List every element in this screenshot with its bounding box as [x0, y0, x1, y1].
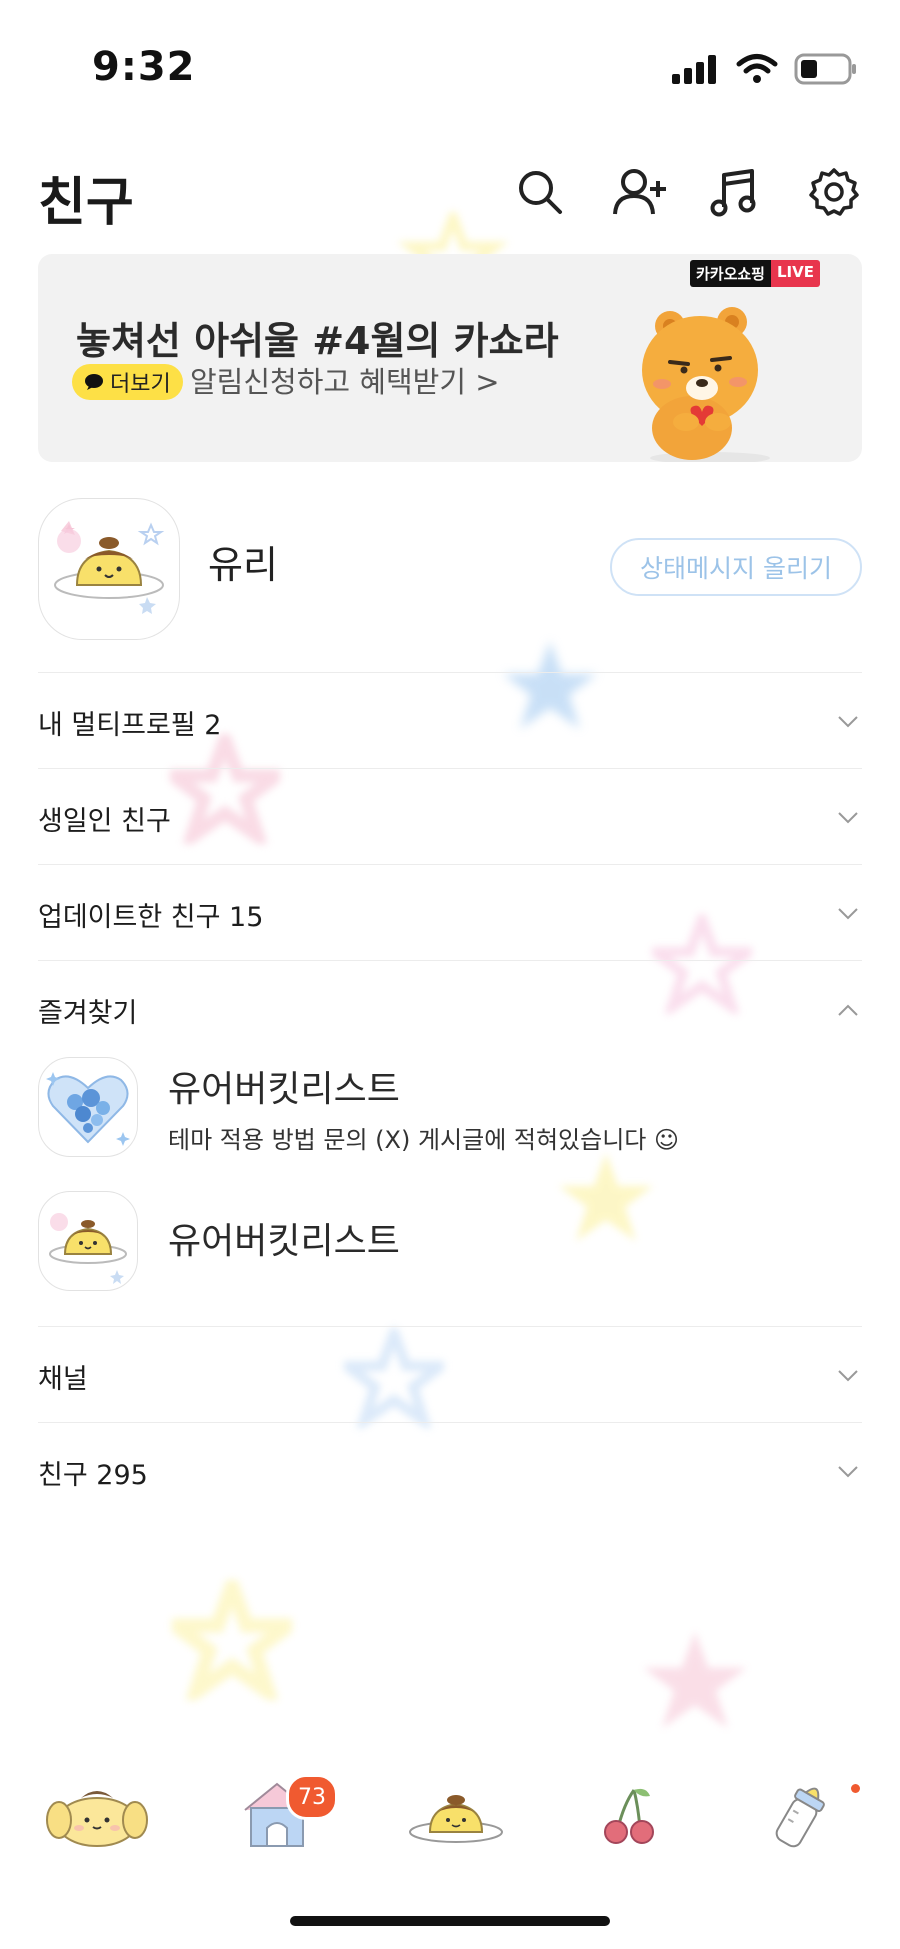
- pompompurin-dog-icon: [46, 1791, 148, 1847]
- home-indicator[interactable]: [290, 1916, 610, 1926]
- favorite-avatar[interactable]: [38, 1057, 138, 1157]
- pudding-plate-icon: [409, 1795, 503, 1843]
- section-birthday[interactable]: 생일인 친구: [38, 799, 171, 838]
- chat-unread-badge: 73: [286, 1774, 338, 1820]
- live-badge-brand: 카카오쇼핑: [689, 260, 771, 287]
- tab-openchat[interactable]: [396, 1770, 516, 1860]
- page-title: 친구: [38, 173, 134, 233]
- wifi-icon: [736, 54, 778, 83]
- background-star-icon: [652, 914, 752, 1014]
- divider: [38, 672, 862, 673]
- background-star-icon: [559, 1153, 653, 1241]
- divider: [38, 1422, 862, 1423]
- status-time: 9:32: [92, 44, 196, 90]
- cherry-icon: [604, 1788, 654, 1844]
- bear-character-image: [642, 307, 770, 462]
- gear-icon: [809, 168, 859, 216]
- chevron-down-icon[interactable]: [836, 710, 860, 734]
- add-friend-icon: [613, 169, 666, 215]
- tab-shopping[interactable]: [574, 1770, 684, 1860]
- favorite-name[interactable]: 유어버킷리스트: [168, 1060, 400, 1112]
- status-icons: [670, 52, 858, 86]
- background-star-icon: [643, 1631, 747, 1729]
- my-profile-name[interactable]: 유리: [208, 534, 278, 589]
- search-icon: [519, 171, 562, 214]
- background-star-icon: [172, 1580, 292, 1700]
- my-profile-avatar[interactable]: [38, 498, 180, 640]
- chevron-down-icon[interactable]: [836, 806, 860, 830]
- favorite-avatar[interactable]: [38, 1191, 138, 1291]
- background-star-icon: [503, 641, 597, 729]
- signal-icon: [672, 55, 716, 84]
- banner-title: 놓쳐선 아쉬울 #4월의 카쇼라: [76, 319, 559, 363]
- live-badge: 카카오쇼핑 LIVE: [689, 260, 820, 287]
- section-multi-profile[interactable]: 내 멀티프로필 2: [38, 703, 221, 742]
- add-friend-button[interactable]: [612, 164, 668, 220]
- notification-dot: [851, 1784, 860, 1793]
- music-icon: [710, 169, 756, 217]
- chevron-up-icon[interactable]: [836, 998, 860, 1022]
- banner-subtitle[interactable]: 알림신청하고 혜택받기 >: [190, 364, 500, 400]
- background-star-icon: [344, 1328, 444, 1428]
- banner-more-button[interactable]: 더보기: [72, 364, 183, 400]
- divider: [38, 768, 862, 769]
- pudding-avatar-image: [49, 1213, 127, 1284]
- banner-more-label: 더보기: [110, 372, 171, 397]
- music-button[interactable]: [706, 164, 762, 220]
- section-friends[interactable]: 친구 295: [38, 1453, 148, 1492]
- battery-icon: [794, 53, 856, 85]
- divider: [38, 1326, 862, 1327]
- search-button[interactable]: [512, 164, 568, 220]
- promo-banner[interactable]: 카카오쇼핑 LIVE 놓쳐선 아쉬울 #4월의 카쇼라 더보기 알림신청하고 혜…: [38, 254, 862, 462]
- chat-bubble-icon: [85, 374, 103, 390]
- favorite-name[interactable]: 유어버킷리스트: [168, 1212, 400, 1264]
- divider: [38, 960, 862, 961]
- chevron-down-icon[interactable]: [836, 902, 860, 926]
- tab-more[interactable]: [746, 1770, 856, 1860]
- tab-friends[interactable]: [42, 1770, 152, 1860]
- favorite-status-message: 테마 적용 방법 문의 (X) 게시글에 적혀있습니다 ☺: [168, 1126, 680, 1154]
- chevron-down-icon[interactable]: [836, 1460, 860, 1484]
- section-favorites[interactable]: 즐겨찾기: [38, 991, 137, 1030]
- section-channel[interactable]: 채널: [38, 1357, 88, 1396]
- divider: [38, 864, 862, 865]
- chevron-down-icon[interactable]: [836, 1364, 860, 1388]
- live-badge-label: LIVE: [771, 260, 820, 287]
- status-message-button[interactable]: 상태메시지 올리기: [610, 538, 862, 596]
- pudding-avatar-image: [54, 521, 165, 614]
- settings-button[interactable]: [806, 164, 862, 220]
- heart-gem-avatar-image: [46, 1072, 130, 1146]
- section-updated-friends[interactable]: 업데이트한 친구 15: [38, 895, 263, 934]
- background-star-icon: [170, 734, 280, 844]
- baby-bottle-icon: [775, 1787, 825, 1848]
